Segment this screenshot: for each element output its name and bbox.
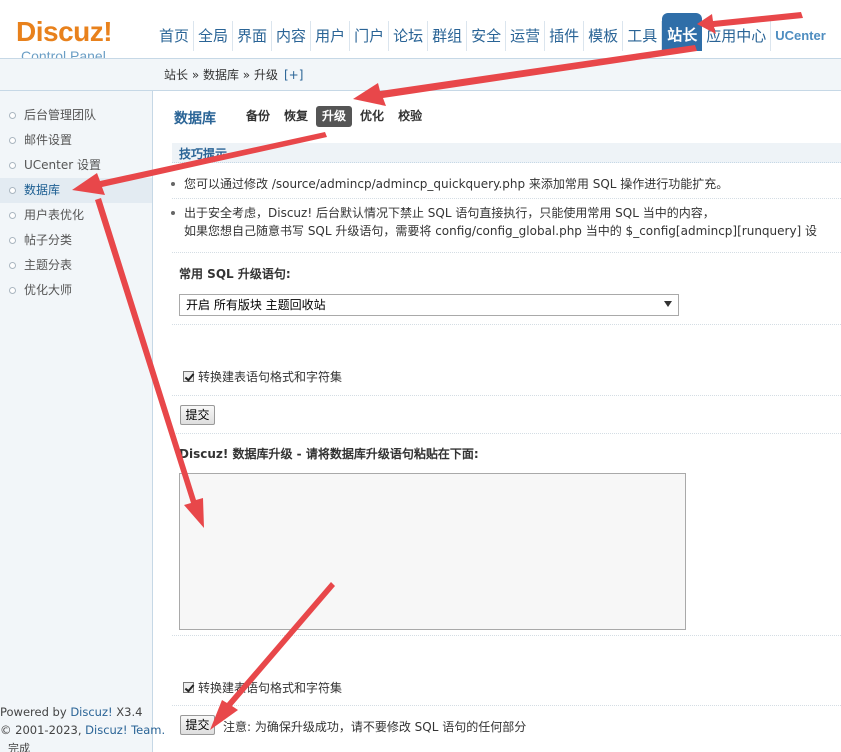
sidebar-item-label: 优化大师 — [24, 283, 73, 297]
sidebar-item-label: 帖子分类 — [24, 233, 73, 247]
sidebar-item-label: UCenter 设置 — [24, 158, 101, 172]
nav-interface[interactable]: 界面 — [233, 21, 273, 51]
nav-portal[interactable]: 门户 — [350, 21, 390, 51]
bullet-icon — [9, 212, 16, 219]
nav-webmaster[interactable]: 站长 — [662, 13, 703, 51]
nav-templates[interactable]: 模板 — [584, 21, 624, 51]
nav-app-center[interactable]: 应用中心 — [702, 21, 772, 51]
powered-prefix: Powered by — [0, 705, 71, 719]
tip-1-text: 您可以通过修改 /source/admincp/admincp_quickque… — [184, 177, 729, 191]
nav-forum[interactable]: 论坛 — [389, 21, 429, 51]
tips-header: 技巧提示 — [179, 147, 228, 161]
tab-restore[interactable]: 恢复 — [278, 106, 314, 127]
dropdown-arrow-icon — [664, 301, 672, 307]
discuz-logo[interactable]: Discuz! Control Panel — [16, 16, 136, 64]
tips-header-bar: 技巧提示 — [172, 143, 841, 163]
tab-backup[interactable]: 备份 — [240, 106, 276, 127]
sidebar-item-admin-team[interactable]: 后台管理团队 — [0, 103, 152, 128]
tip-2-text: 出于安全考虑，Discuz! 后台默认情况下禁止 SQL 语句直接执行，只能使用… — [184, 206, 715, 220]
upgrade-note: 注意: 为确保升级成功，请不要修改 SQL 语句的任何部分 — [223, 720, 527, 734]
sidebar-item-database[interactable]: 数据库 — [0, 178, 152, 203]
nav-home[interactable]: 首页 — [155, 21, 195, 51]
bullet-icon — [9, 237, 16, 244]
nav-plugins[interactable]: 插件 — [545, 21, 585, 51]
version-text: X3.4 — [112, 705, 143, 719]
tab-optimize[interactable]: 优化 — [354, 106, 390, 127]
header: Discuz! Control Panel 首页 全局 界面 内容 用户 门户 … — [0, 0, 841, 64]
convert-format-checkbox-2[interactable]: 转换建表语句格式和字符集 — [183, 679, 342, 696]
checkbox-checked-icon[interactable] — [183, 371, 194, 382]
breadcrumb: 站长 » 数据库 » 升级 [+] — [164, 59, 303, 91]
common-sql-label: 常用 SQL 升级语句: — [179, 267, 291, 281]
sidebar-item-thread-split[interactable]: 帖子分类 — [0, 228, 152, 253]
breadcrumb-bar: 站长 » 数据库 » 升级 [+] — [0, 58, 841, 91]
tab-upgrade[interactable]: 升级 — [316, 106, 353, 127]
upgrade-sql-textarea[interactable] — [179, 473, 686, 630]
submit-button-2[interactable]: 提交 — [180, 715, 215, 735]
breadcrumb-text: 站长 » 数据库 » 升级 — [164, 68, 278, 82]
tab-verify[interactable]: 校验 — [392, 106, 428, 127]
checkbox-label: 转换建表语句格式和字符集 — [198, 370, 343, 384]
sidebar-item-optimizer[interactable]: 优化大师 — [0, 278, 152, 303]
sidebar: 后台管理团队 邮件设置 UCenter 设置 数据库 用户表优化 帖子分类 主题… — [0, 91, 165, 752]
discuz-link[interactable]: Discuz! — [70, 705, 112, 719]
divider — [172, 395, 841, 396]
tip-2-continued: 如果您想自己随意书写 SQL 升级语句，需要将 config/config_gl… — [184, 222, 817, 240]
bullet-icon — [9, 162, 16, 169]
nav-tools[interactable]: 工具 — [623, 21, 663, 51]
nav-content[interactable]: 内容 — [272, 21, 312, 51]
sidebar-item-label: 用户表优化 — [24, 208, 85, 222]
bullet-icon — [171, 211, 175, 215]
sidebar-item-label: 邮件设置 — [24, 133, 73, 147]
logo-wordmark: Discuz! — [16, 16, 113, 47]
upgrade-sql-label: Discuz! 数据库升级 - 请将数据库升级语句粘贴在下面: — [179, 447, 479, 461]
sidebar-item-label: 后台管理团队 — [24, 108, 97, 122]
sidebar-item-topic-split[interactable]: 主题分表 — [0, 253, 152, 278]
common-sql-select[interactable]: 开启 所有版块 主题回收站 — [179, 294, 679, 316]
divider — [172, 324, 841, 325]
status-text: 完成 — [8, 742, 30, 752]
copyright-prefix: © 2001-2023, — [0, 723, 86, 737]
copyright: Powered by Discuz! X3.4 © 2001-2023, Dis… — [0, 703, 165, 739]
common-sql-selected: 开启 所有版块 主题回收站 — [186, 298, 326, 312]
copyright-line: © 2001-2023, Discuz! Team. — [0, 721, 165, 739]
divider — [172, 705, 841, 706]
divider — [172, 252, 841, 253]
tip-2: 出于安全考虑，Discuz! 后台默认情况下禁止 SQL 语句直接执行，只能使用… — [171, 204, 715, 222]
nav-users[interactable]: 用户 — [311, 21, 351, 51]
bullet-icon — [9, 112, 16, 119]
database-tabs: 备份 恢复 升级 优化 校验 — [240, 106, 430, 127]
divider — [172, 198, 841, 199]
browser-status-bar: 完成 — [0, 740, 841, 752]
checkbox-label: 转换建表语句格式和字符集 — [198, 681, 343, 695]
bullet-icon — [9, 262, 16, 269]
bullet-icon — [171, 182, 175, 186]
tip-3-text: 如果您想自己随意书写 SQL 升级语句，需要将 config/config_gl… — [184, 224, 818, 238]
divider — [172, 433, 841, 434]
nav-ucenter[interactable]: UCenter — [771, 21, 830, 51]
page-title: 数据库 — [174, 111, 216, 127]
sidebar-item-mail-settings[interactable]: 邮件设置 — [0, 128, 152, 153]
convert-format-checkbox-1[interactable]: 转换建表语句格式和字符集 — [183, 368, 342, 385]
powered-by: Powered by Discuz! X3.4 — [0, 703, 165, 721]
add-shortcut-link[interactable]: [+] — [284, 68, 303, 82]
sidebar-item-label: 主题分表 — [24, 258, 73, 272]
main-content: 数据库 备份 恢复 升级 优化 校验 技巧提示 您可以通过修改 /source/… — [154, 91, 841, 752]
tip-1: 您可以通过修改 /source/admincp/admincp_quickque… — [171, 175, 729, 193]
bullet-icon — [9, 137, 16, 144]
nav-operations[interactable]: 运营 — [506, 21, 546, 51]
nav-security[interactable]: 安全 — [467, 21, 507, 51]
nav-groups[interactable]: 群组 — [428, 21, 468, 51]
sidebar-item-user-table-optimize[interactable]: 用户表优化 — [0, 203, 152, 228]
bullet-icon — [9, 187, 16, 194]
divider — [172, 635, 841, 636]
bullet-icon — [9, 287, 16, 294]
top-navigation: 首页 全局 界面 内容 用户 门户 论坛 群组 安全 运营 插件 模板 工具 站… — [155, 13, 830, 51]
nav-global[interactable]: 全局 — [194, 21, 234, 51]
checkbox-checked-icon[interactable] — [183, 682, 194, 693]
sidebar-item-label: 数据库 — [24, 183, 61, 197]
sidebar-item-ucenter-settings[interactable]: UCenter 设置 — [0, 153, 152, 178]
submit-button-1[interactable]: 提交 — [180, 405, 215, 425]
